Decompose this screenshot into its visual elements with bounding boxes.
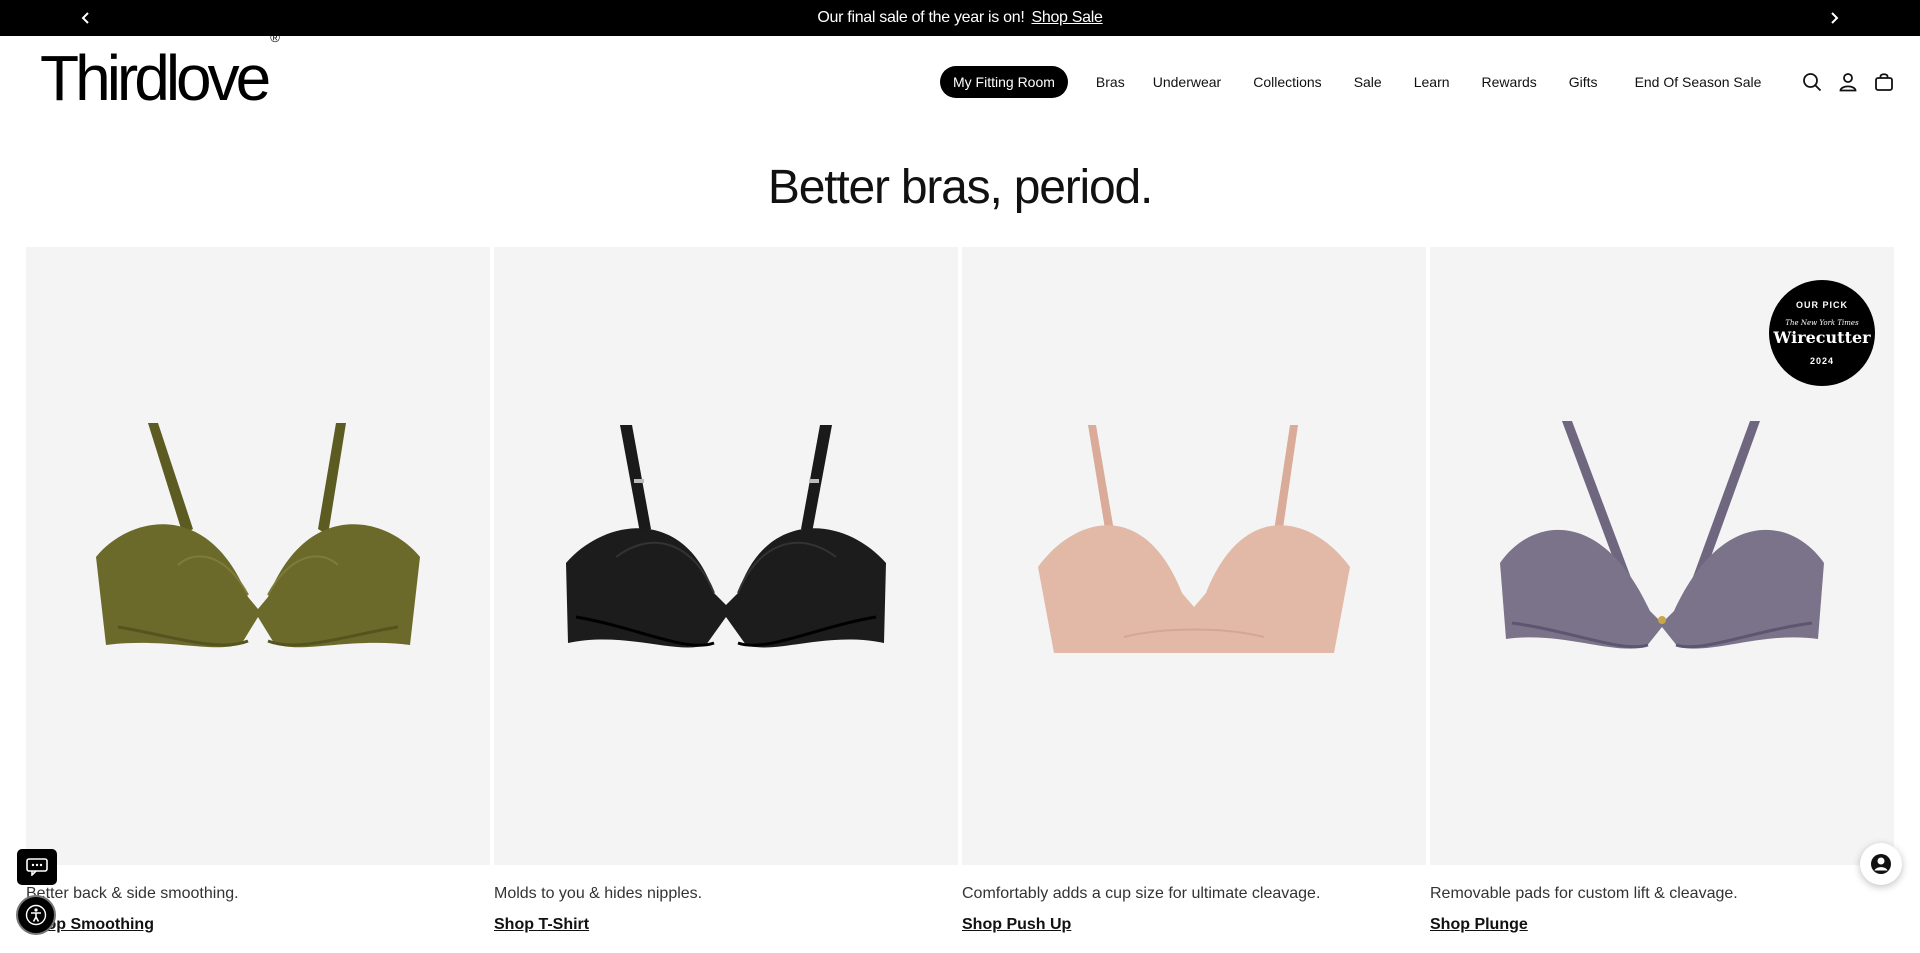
nav-end-of-season-sale[interactable]: End Of Season Sale [1635,74,1762,90]
card-t-shirt: Molds to you & hides nipples. Shop T-Shi… [494,247,958,934]
search-icon[interactable] [1800,70,1824,94]
shop-t-shirt-link[interactable]: Shop T-Shirt [494,916,589,934]
nav-gifts[interactable]: Gifts [1569,74,1598,90]
card-description: Better back & side smoothing. [26,885,239,902]
t-shirt-bra-image [566,425,886,648]
push-up-bra-image [1038,425,1350,653]
feedback-icon[interactable] [17,849,57,885]
nav-learn[interactable]: Learn [1414,74,1450,90]
nav-bras[interactable]: Bras [1096,74,1125,90]
header-icons [1800,70,1896,94]
product-cards: Better back & side smoothing. Shop Smoot… [26,247,1894,934]
product-image-smoothing[interactable] [26,247,490,865]
smoothing-bra-image [96,423,420,648]
main-nav: My Fitting Room Bras Underwear Collectio… [940,66,1761,98]
card-description: Removable pads for custom lift & cleavag… [1430,885,1738,902]
account-icon[interactable] [1836,70,1860,94]
product-image-t-shirt[interactable] [494,247,958,865]
shop-plunge-link[interactable]: Shop Plunge [1430,916,1528,934]
shop-push-up-link[interactable]: Shop Push Up [962,916,1071,934]
card-plunge: OUR PICK The New York Times Wirecutter 2… [1430,247,1894,934]
chevron-left-icon[interactable] [68,0,104,36]
page-headline: Better bras, period. [767,161,1153,214]
card-smoothing: Better back & side smoothing. Shop Smoot… [26,247,490,934]
card-description: Comfortably adds a cup size for ultimate… [962,885,1321,902]
plunge-bra-image [1500,421,1824,649]
wirecutter-badge: OUR PICK The New York Times Wirecutter 2… [1769,280,1875,386]
nav-rewards[interactable]: Rewards [1482,74,1537,90]
product-image-plunge[interactable]: OUR PICK The New York Times Wirecutter 2… [1430,247,1894,865]
announcement-bar: Our final sale of the year is on! Shop S… [0,0,1920,36]
site-logo[interactable]: Thirdlove® [40,31,280,110]
card-description: Molds to you & hides nipples. [494,885,703,902]
chat-support-icon[interactable] [1860,843,1902,885]
product-image-push-up[interactable] [962,247,1426,865]
shop-sale-link[interactable]: Shop Sale [1031,9,1102,27]
chevron-right-icon[interactable] [1816,0,1852,36]
nav-sale[interactable]: Sale [1354,74,1382,90]
accessibility-icon[interactable] [16,895,56,935]
cart-icon[interactable] [1872,70,1896,94]
nav-collections[interactable]: Collections [1253,74,1321,90]
card-push-up: Comfortably adds a cup size for ultimate… [962,247,1426,934]
announcement-message: Our final sale of the year is on! [817,9,1025,26]
nav-my-fitting-room[interactable]: My Fitting Room [940,66,1068,98]
site-header: Thirdlove® My Fitting Room Bras Underwea… [0,31,1920,126]
nav-underwear[interactable]: Underwear [1153,74,1221,90]
